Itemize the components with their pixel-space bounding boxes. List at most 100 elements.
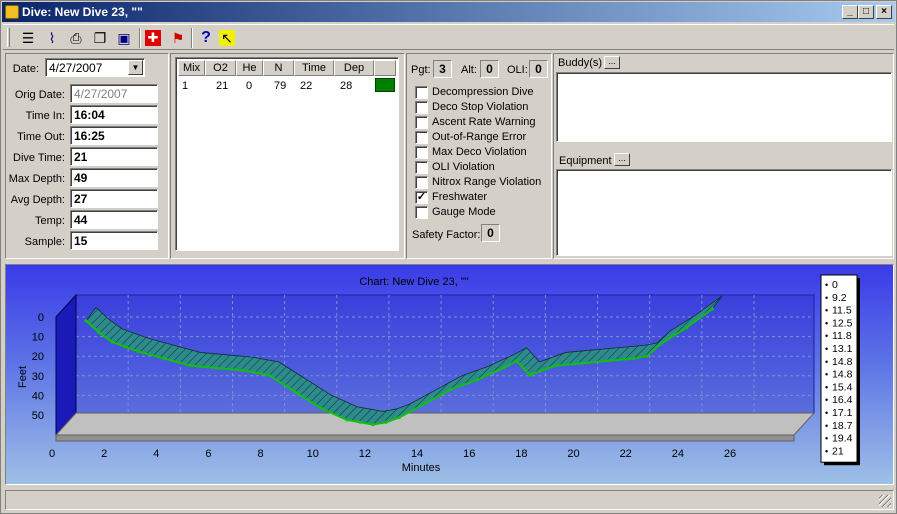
mix-cell[interactable]: 1 — [182, 79, 188, 93]
pointer-icon[interactable]: ↖ — [219, 30, 235, 46]
chart-data-point — [293, 390, 297, 394]
checkbox-icon[interactable] — [415, 146, 428, 159]
chart-data-point — [358, 420, 362, 424]
checkbox-icon[interactable] — [415, 116, 428, 129]
chart-legend-item: 11.5 — [832, 305, 852, 317]
chart-xtick-label: 26 — [724, 448, 736, 460]
chart-legend-marker: • — [825, 382, 828, 392]
status-bar — [5, 490, 894, 510]
chart-data-point — [684, 326, 688, 330]
chart-xtick-label: 10 — [307, 448, 319, 460]
first-aid-icon[interactable]: ✚ — [145, 30, 161, 46]
chart-data-point — [554, 364, 558, 368]
chart-xtick-label: 18 — [515, 448, 527, 460]
color-header[interactable] — [374, 60, 396, 76]
equipment-browse-button[interactable]: ... — [614, 153, 630, 166]
save-icon[interactable]: ▣ — [113, 28, 135, 48]
he-cell[interactable]: 0 — [246, 79, 252, 93]
time-in-field[interactable]: 16:04 — [70, 105, 158, 124]
time-out-field[interactable]: 16:25 — [70, 126, 158, 145]
resize-grip-icon[interactable] — [879, 495, 891, 507]
chart-floor — [54, 412, 816, 436]
chart-legend-marker: • — [825, 395, 828, 405]
equipment-label: Equipment — [559, 155, 612, 167]
time-header[interactable]: Time — [294, 60, 334, 76]
chart-data-point — [214, 366, 219, 370]
max-depth-field[interactable]: 49 — [70, 168, 158, 187]
chevron-down-icon[interactable]: ▼ — [128, 60, 143, 75]
chart-legend-item: 11.8 — [832, 330, 852, 342]
chart-xtick-label: 24 — [672, 448, 684, 460]
toolbar-grip — [7, 28, 10, 47]
chart-data-point — [345, 418, 349, 422]
buddy-label: Buddy(s) — [558, 57, 603, 69]
copy-icon[interactable]: ❐ — [89, 28, 111, 48]
notes-icon[interactable]: ☰ — [17, 28, 39, 48]
flag-icon[interactable]: ⚑ — [167, 28, 189, 48]
print-icon[interactable]: ⎙ — [65, 28, 87, 48]
o2-header[interactable]: O2 — [205, 60, 236, 76]
chart-xtick-label: 12 — [359, 448, 371, 460]
checkbox-icon[interactable] — [415, 101, 428, 114]
buddy-textbox[interactable] — [556, 72, 892, 142]
n-cell[interactable]: 79 — [274, 79, 286, 93]
dive-time-field[interactable]: 21 — [70, 147, 158, 166]
time-cell[interactable]: 22 — [300, 79, 312, 93]
time-out-label: Time Out: — [17, 131, 65, 143]
mix-table[interactable]: Mix O2 He N Time Dep 1 21 0 79 22 28 — [175, 57, 399, 251]
chart-data-point — [136, 349, 140, 354]
o2-cell[interactable]: 21 — [216, 79, 228, 93]
checkbox-icon[interactable] — [415, 206, 428, 219]
chart-ytick-label: 0 — [38, 312, 44, 324]
date-picker[interactable]: 4/27/2007 ▼ — [45, 58, 145, 77]
equipment-textbox[interactable] — [556, 169, 892, 256]
chart-data-point — [501, 366, 506, 370]
chart-icon[interactable]: ⌇ — [41, 28, 63, 48]
buddy-browse-button[interactable]: ... — [604, 56, 620, 69]
chart-data-point — [527, 373, 532, 377]
chart-legend-marker: • — [825, 446, 828, 456]
max-depth-label: Max Depth: — [8, 173, 65, 185]
toolbar: ☰ ⌇ ⎙ ❐ ▣ ✚ ⚑ ? ↖ — [3, 24, 894, 50]
chart-ytick-label: 20 — [32, 351, 44, 363]
dep-header[interactable]: Dep — [334, 60, 374, 76]
dep-cell[interactable]: 28 — [340, 79, 352, 93]
chart-ytick-label: 10 — [32, 332, 44, 344]
pgt-label: Pgt: — [411, 64, 431, 76]
chart-data-point — [423, 401, 427, 405]
checkmark-icon[interactable]: ✓ — [415, 191, 428, 204]
chart-data-point — [606, 359, 610, 363]
chart-legend-marker: • — [825, 280, 828, 290]
mix-header[interactable]: Mix — [178, 60, 205, 76]
chart-data-point — [580, 361, 584, 365]
chart-data-point — [319, 406, 323, 410]
chart-legend-item: 17.1 — [832, 407, 853, 419]
chart-legend-marker: • — [825, 318, 828, 328]
n-header[interactable]: N — [263, 60, 294, 76]
checkbox-icon[interactable] — [415, 161, 428, 174]
sample-field[interactable]: 15 — [70, 231, 158, 250]
chart-ytick-label: 40 — [32, 390, 44, 402]
maximize-button[interactable]: □ — [858, 5, 874, 19]
minimize-button[interactable]: _ — [842, 5, 858, 19]
chart-data-point — [97, 331, 101, 335]
help-icon[interactable]: ? — [195, 28, 217, 48]
temp-field[interactable]: 44 — [70, 210, 158, 229]
chart-xtick-label: 8 — [258, 448, 264, 460]
chart-legend-marker: • — [825, 293, 828, 303]
checkbox-icon[interactable] — [415, 176, 428, 189]
chart-legend-marker: • — [825, 434, 828, 444]
chart-ylabel: Feet — [17, 366, 29, 388]
title-bar[interactable]: Dive: New Dive 23, "" _ □ × — [2, 2, 895, 22]
chart-legend-item: 15.4 — [832, 381, 853, 393]
mix-color-swatch[interactable] — [375, 78, 395, 92]
chart-xtick-label: 22 — [620, 448, 632, 460]
safety-factor-label: Safety Factor: — [412, 229, 481, 241]
checkbox-icon[interactable] — [415, 86, 428, 99]
close-button[interactable]: × — [876, 5, 892, 19]
avg-depth-field[interactable]: 27 — [70, 189, 158, 208]
chart-data-point — [123, 345, 127, 349]
dive-profile-chart[interactable]: 0 2 4 6 8 10 12 14 16 18 20 22 24 26 0 10 20 30 40 50 Chart:… — [5, 264, 894, 485]
checkbox-icon[interactable] — [415, 131, 428, 144]
he-header[interactable]: He — [236, 60, 263, 76]
